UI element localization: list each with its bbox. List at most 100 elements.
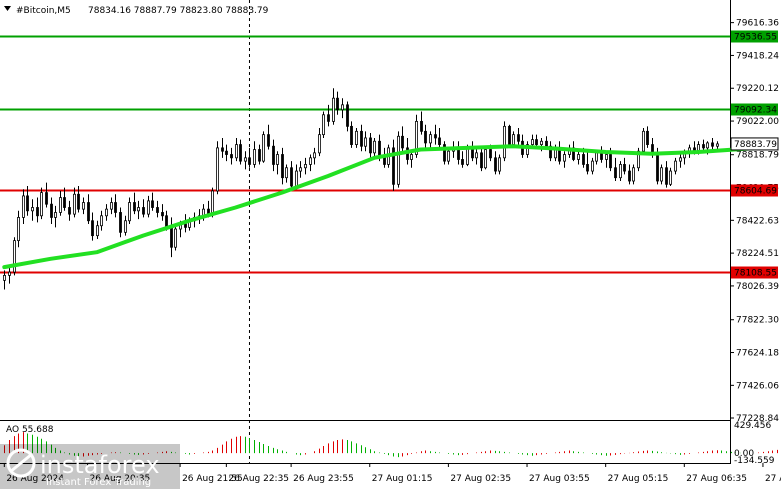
candle-body <box>110 202 113 210</box>
candle-body <box>276 154 279 165</box>
candle-body <box>267 134 270 147</box>
chart-ohlc: 78834.16 78887.79 78823.80 78883.79 <box>88 6 269 16</box>
candle-body <box>281 154 284 179</box>
time-tick-label: 26 Aug 23:55 <box>293 474 354 484</box>
candle-body <box>318 134 321 154</box>
candle-body <box>461 159 464 165</box>
candle-body <box>40 192 43 217</box>
candle-body <box>475 152 478 159</box>
price-tick-label: 79418.24 <box>736 51 779 61</box>
candle-body <box>373 140 376 154</box>
candle-body <box>253 149 256 165</box>
candle-body <box>239 144 242 162</box>
candle-body <box>225 150 228 155</box>
ao-label: AO 55.688 <box>6 425 54 435</box>
candle-body <box>429 134 432 144</box>
candle-body <box>600 152 603 160</box>
candle-body <box>438 137 441 145</box>
candle-body <box>632 167 635 182</box>
price-tick-label: 78422.63 <box>736 216 779 226</box>
candle-body <box>447 150 450 162</box>
candle-body <box>230 154 233 159</box>
candle-body <box>545 140 548 147</box>
time-tick-label: 27 Aug 01:15 <box>372 474 433 484</box>
candle-body <box>147 200 150 215</box>
candle-body <box>508 125 511 145</box>
candle-body <box>401 135 404 149</box>
candle-body <box>341 104 344 111</box>
candle-body <box>619 164 622 179</box>
candle-body <box>36 207 39 217</box>
candle-body <box>161 212 164 217</box>
candle-body <box>290 167 293 187</box>
candle-body <box>221 147 224 152</box>
candle-body <box>8 271 11 276</box>
candle-body <box>142 207 145 215</box>
price-tick-label: 77624.18 <box>736 349 779 359</box>
candle-body <box>660 167 663 182</box>
candle-body <box>369 137 372 154</box>
candle-body <box>26 195 29 212</box>
price-tick-label: 78026.39 <box>736 282 779 292</box>
candle-body <box>466 147 469 165</box>
candle-body <box>332 97 335 122</box>
candle-body <box>235 144 238 159</box>
candle-body <box>424 130 427 144</box>
candle-body <box>702 144 705 149</box>
candle-body <box>563 154 566 162</box>
candle-body <box>114 202 117 213</box>
price-chart[interactable]: 79616.36 79418.24 79220.12 79022.00 78818.79… <box>0 0 781 489</box>
candle-body <box>489 149 492 159</box>
candle-body <box>364 137 367 147</box>
price-tick-label: 78818.79 <box>736 151 779 161</box>
candle-body <box>614 167 617 179</box>
candle-body <box>17 217 20 242</box>
candle-body <box>360 130 363 147</box>
candle-body <box>313 152 316 159</box>
time-tick-label: 26 Aug 22:35 <box>228 474 289 484</box>
candle-body <box>577 154 580 160</box>
price-tick-label: 77426.06 <box>736 381 779 391</box>
candle-body <box>262 134 265 162</box>
candle-body <box>124 220 127 233</box>
candle-body <box>674 160 677 172</box>
watermark-brand: instaforex <box>40 451 160 479</box>
candle-body <box>355 130 358 145</box>
candle-body <box>669 170 672 185</box>
price-tick-label: 79220.12 <box>736 84 779 94</box>
watermark: instaforex Instant Forex Trading <box>0 444 180 489</box>
candle-body <box>420 120 423 132</box>
candle-body <box>679 157 682 162</box>
candle-body <box>22 195 25 218</box>
candle-body <box>480 152 483 169</box>
candle-body <box>605 154 608 160</box>
candle-body <box>346 104 349 127</box>
candle-body <box>535 139 538 145</box>
candle-body <box>272 145 275 165</box>
candle-body <box>295 170 298 187</box>
candle-body <box>503 125 506 159</box>
candle-body <box>304 164 307 169</box>
candle-body <box>350 125 353 145</box>
candle-body <box>105 208 108 217</box>
candle-body <box>82 202 85 210</box>
candle-body <box>73 193 76 215</box>
candle-body <box>642 130 645 152</box>
candle-body <box>434 134 437 139</box>
candle-body <box>582 154 585 165</box>
candle-body <box>609 154 612 169</box>
candle-body <box>484 149 487 169</box>
candle-body <box>665 167 668 185</box>
candle-body <box>3 274 6 281</box>
candle-body <box>151 200 154 208</box>
candle-body <box>623 164 626 172</box>
time-tick-label: 27 Aug 07:55 <box>765 474 781 484</box>
candle-body <box>156 207 159 213</box>
candle-body <box>299 167 302 172</box>
candle-body <box>540 140 543 145</box>
candle-body <box>133 202 136 212</box>
candle-body <box>646 130 649 145</box>
candle-body <box>59 197 62 213</box>
price-tick-label: 77822.30 <box>736 316 779 326</box>
chart-header: #Bitcoin,M5 78834.16 78887.79 78823.80 7… <box>4 6 269 16</box>
